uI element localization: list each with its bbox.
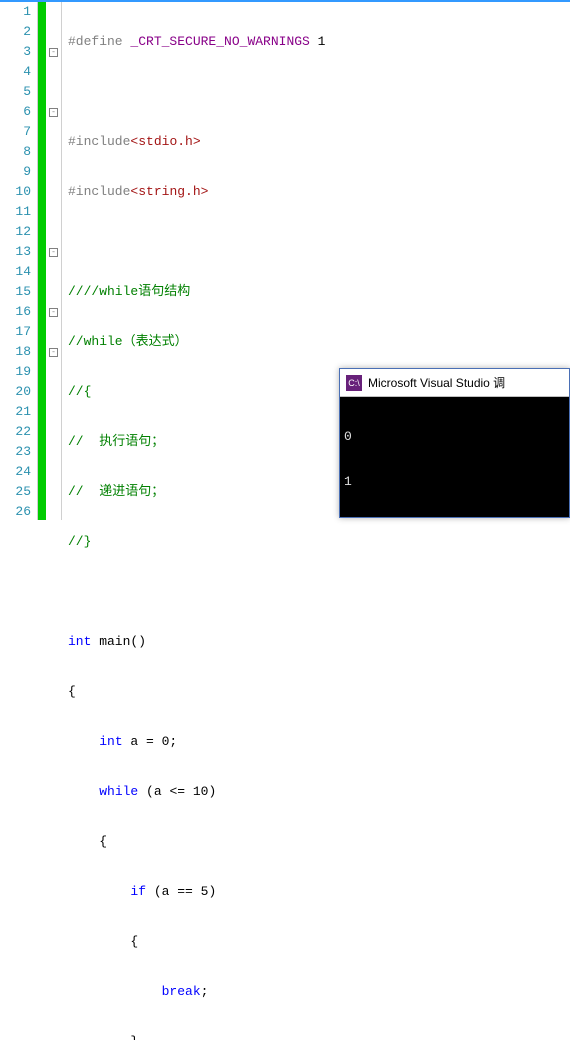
code-line[interactable]: ////while语句结构 [68, 282, 570, 302]
console-window[interactable]: C:\ Microsoft Visual Studio 调 0 1 2 3 4 … [339, 368, 570, 518]
line-number: 15 [0, 282, 31, 302]
line-number: 13 [0, 242, 31, 262]
fold-toggle[interactable]: - [49, 308, 58, 317]
line-number: 9 [0, 162, 31, 182]
output-line: 0 [344, 429, 565, 444]
line-number: 25 [0, 482, 31, 502]
line-number: 16 [0, 302, 31, 322]
line-number: 21 [0, 402, 31, 422]
code-line[interactable]: #include<string.h> [68, 182, 570, 202]
code-line[interactable] [68, 582, 570, 602]
console-title: Microsoft Visual Studio 调 [368, 374, 505, 391]
line-number: 7 [0, 122, 31, 142]
line-number: 18 [0, 342, 31, 362]
line-number: 19 [0, 362, 31, 382]
fold-toggle[interactable]: - [49, 108, 58, 117]
code-line[interactable]: } [68, 1032, 570, 1040]
line-number: 20 [0, 382, 31, 402]
code-line[interactable]: //while（表达式） [68, 332, 570, 352]
line-number: 12 [0, 222, 31, 242]
console-output[interactable]: 0 1 2 3 4 E:\Visual Studio\test 按任意键关闭此窗… [340, 397, 569, 517]
vs-icon: C:\ [346, 375, 362, 391]
line-number: 17 [0, 322, 31, 342]
code-line[interactable]: { [68, 682, 570, 702]
code-line[interactable]: if (a == 5) [68, 882, 570, 902]
code-line[interactable]: #include<stdio.h> [68, 132, 570, 152]
fold-toggle[interactable]: - [49, 48, 58, 57]
line-number: 5 [0, 82, 31, 102]
code-line[interactable]: { [68, 932, 570, 952]
line-number: 6 [0, 102, 31, 122]
line-number: 2 [0, 22, 31, 42]
line-number: 10 [0, 182, 31, 202]
code-line[interactable]: int a = 0; [68, 732, 570, 752]
code-line[interactable] [68, 82, 570, 102]
change-marker-bar [38, 2, 46, 520]
line-number: 24 [0, 462, 31, 482]
code-line[interactable]: #define _CRT_SECURE_NO_WARNINGS 1 [68, 32, 570, 52]
console-titlebar[interactable]: C:\ Microsoft Visual Studio 调 [340, 369, 569, 397]
code-line[interactable]: break; [68, 982, 570, 1002]
line-number-gutter: 1 2 3 4 5 6 7 8 9 10 11 12 13 14 15 16 1… [0, 2, 38, 520]
line-number: 3 [0, 42, 31, 62]
code-line[interactable] [68, 232, 570, 252]
code-line[interactable]: int main() [68, 632, 570, 652]
line-number: 1 [0, 2, 31, 22]
fold-gutter: - - - - - [46, 2, 62, 520]
line-number: 14 [0, 262, 31, 282]
line-number: 8 [0, 142, 31, 162]
line-number: 26 [0, 502, 31, 522]
fold-toggle[interactable]: - [49, 348, 58, 357]
fold-toggle[interactable]: - [49, 248, 58, 257]
code-line[interactable]: //} [68, 532, 570, 552]
code-line[interactable]: while (a <= 10) [68, 782, 570, 802]
line-number: 4 [0, 62, 31, 82]
line-number: 22 [0, 422, 31, 442]
line-number: 11 [0, 202, 31, 222]
code-line[interactable]: { [68, 832, 570, 852]
line-number: 23 [0, 442, 31, 462]
output-line: 1 [344, 474, 565, 489]
